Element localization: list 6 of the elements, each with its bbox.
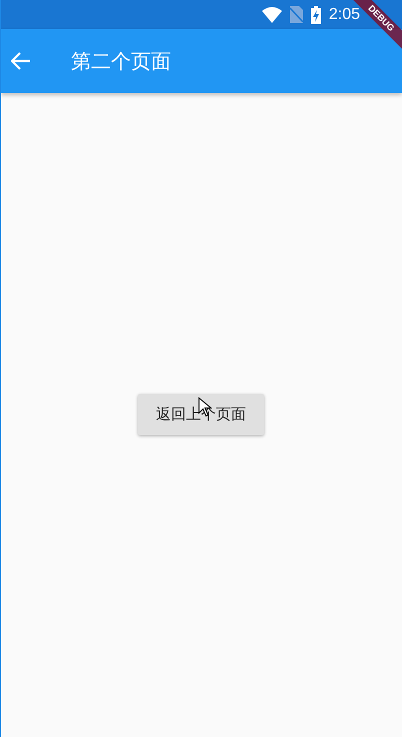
wifi-icon [262,6,282,22]
back-arrow-icon [11,52,31,70]
no-sim-icon [290,6,303,23]
page-title: 第二个页面 [71,50,171,74]
back-button[interactable] [10,50,32,72]
battery-charging-icon [310,6,321,24]
